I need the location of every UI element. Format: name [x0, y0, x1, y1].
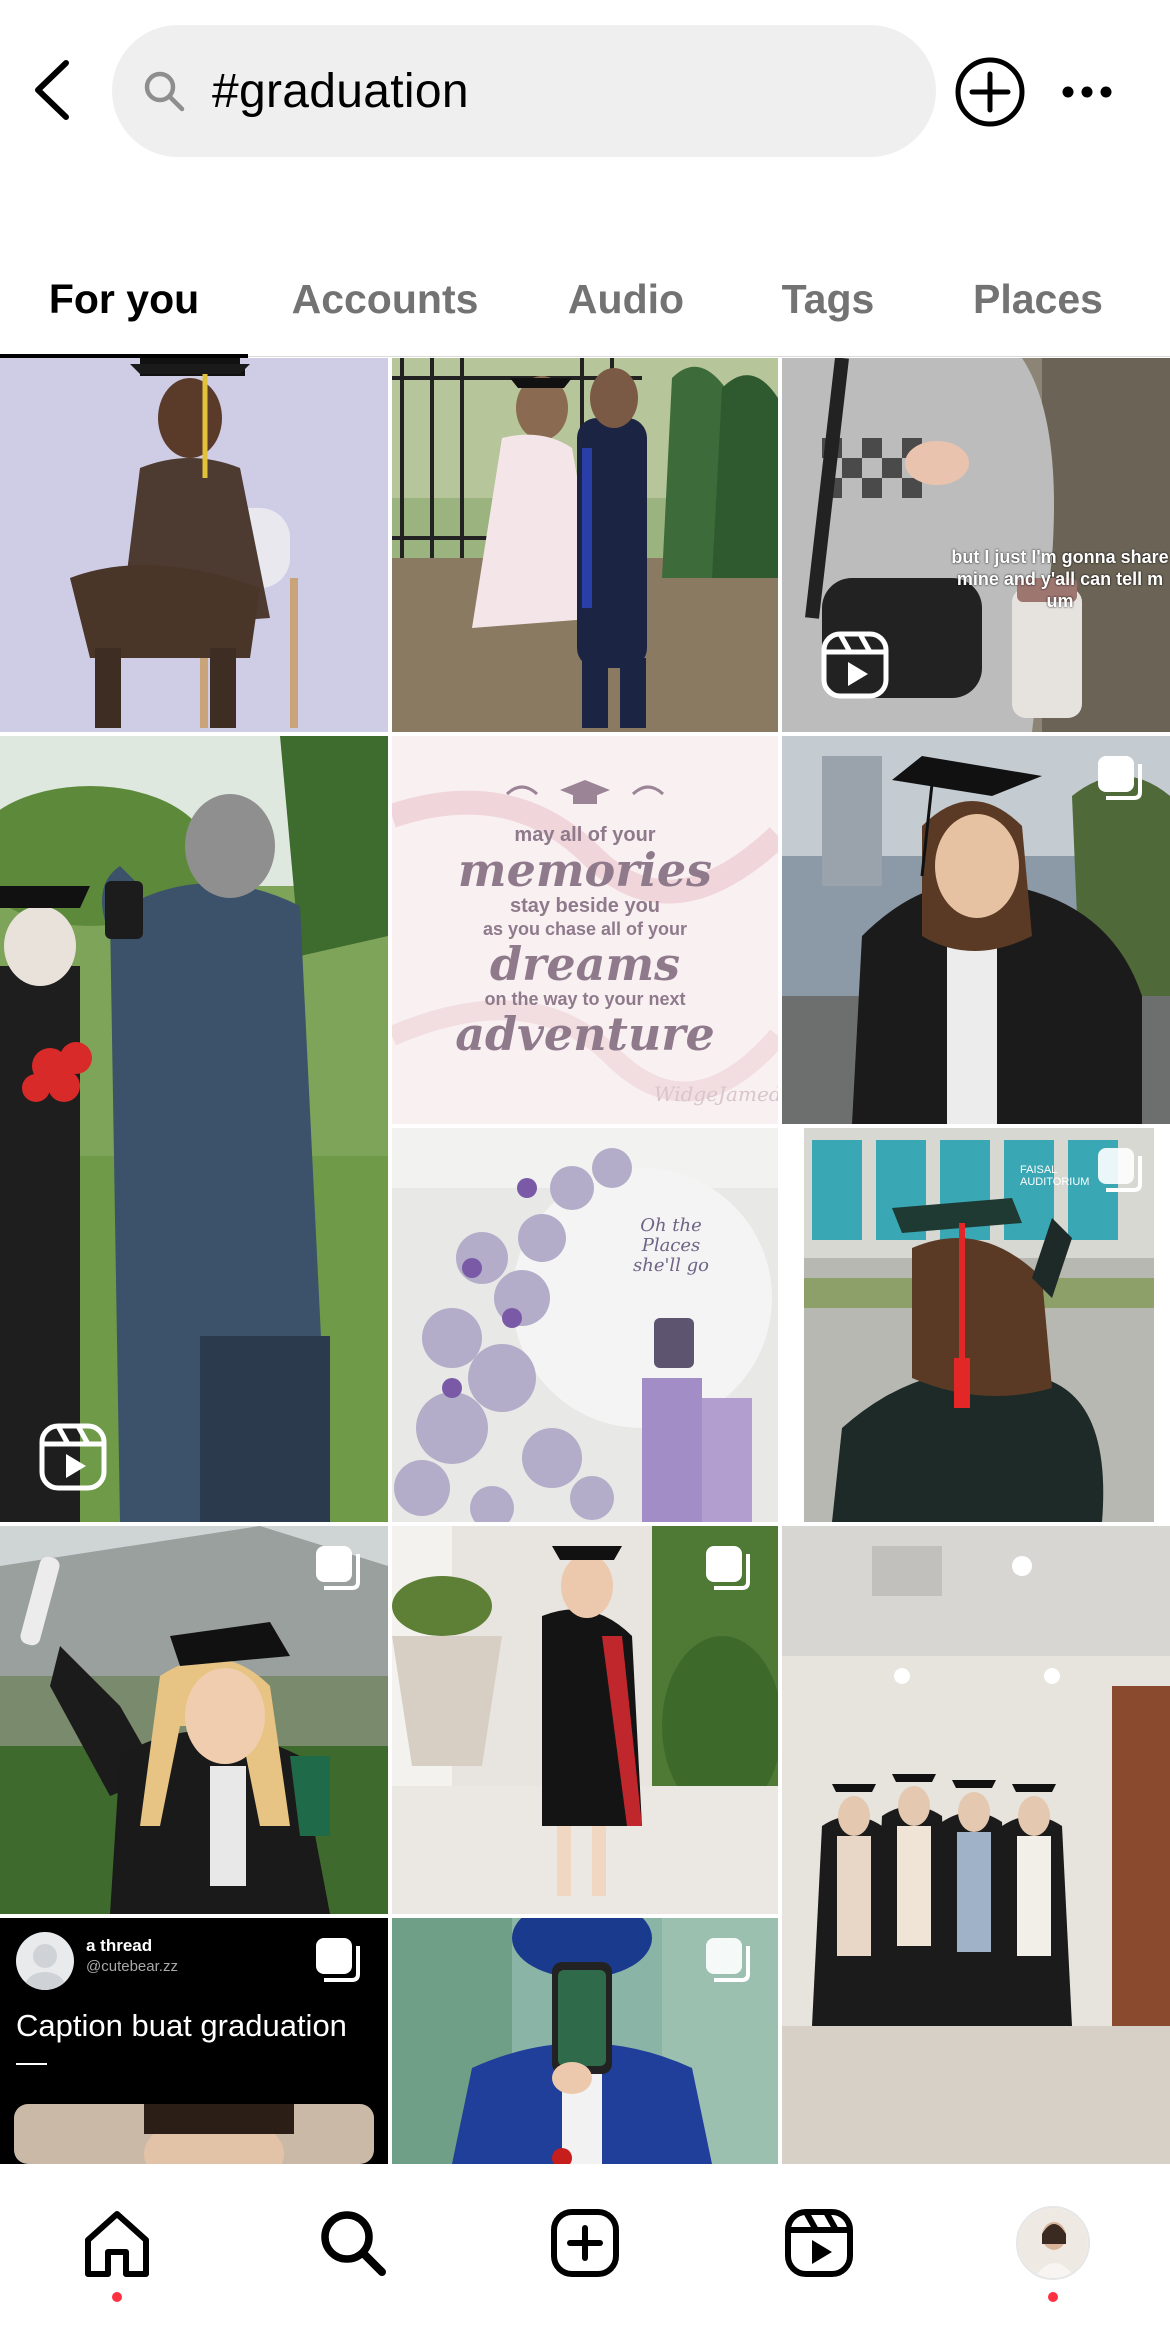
nav-profile[interactable] [1008, 2198, 1098, 2288]
carousel-icon [1098, 1148, 1142, 1192]
carousel-icon [1098, 756, 1142, 800]
thread-caption: Caption buat graduation [16, 2008, 347, 2043]
nav-home[interactable] [72, 2198, 162, 2288]
create-icon [551, 2209, 619, 2277]
tab-tags[interactable]: Tags [764, 240, 892, 358]
graduate-portrait-image [0, 358, 388, 732]
nav-create[interactable] [540, 2198, 630, 2288]
carousel-icon [706, 1938, 750, 1982]
search-icon [321, 2211, 386, 2276]
plus-circle-icon [955, 57, 1025, 127]
more-options-button[interactable] [1056, 52, 1118, 132]
reels-icon [785, 2209, 853, 2277]
profile-avatar [1016, 2206, 1090, 2280]
grid-post-graduate-back-view[interactable]: FAISAL AUDITORIUM [782, 1128, 1170, 1522]
thread-avatar [16, 1932, 74, 1990]
four-graduates-image [782, 1526, 1170, 2164]
quote-signature: WidgeJamedi [654, 1082, 778, 1106]
quote-line-emphasis: adventure [455, 1007, 715, 1061]
home-icon [85, 2211, 149, 2277]
tab-accounts[interactable]: Accounts [270, 240, 500, 358]
quote-text-block: may all of your memories stay beside you… [392, 824, 778, 1058]
couple-graduation-image [392, 358, 778, 732]
search-icon [142, 67, 190, 115]
more-horizontal-icon [1062, 86, 1112, 98]
thread-handle: @cutebear.zz [86, 1958, 178, 1975]
carousel-icon [316, 1546, 360, 1590]
bottom-navigation [0, 2164, 1170, 2332]
grid-post-memories-quote[interactable]: may all of your memories stay beside you… [392, 736, 778, 1124]
quote-line-emphasis: memories [457, 843, 713, 897]
grid-post-graduate-phone[interactable] [392, 1918, 778, 2164]
grid-post-graduate-tassel[interactable] [782, 736, 1170, 1124]
grid-post-graduate-portrait[interactable] [0, 358, 388, 732]
building-sign-text: FAISAL AUDITORIUM [1020, 1164, 1090, 1188]
tab-audio[interactable]: Audio [548, 240, 704, 358]
thread-title: a thread [86, 1936, 153, 1955]
search-query-text: #graduation [212, 64, 469, 118]
create-button[interactable] [953, 52, 1027, 132]
nav-search[interactable] [308, 2198, 398, 2288]
reel-icon [821, 631, 889, 699]
grid-post-graduate-garden[interactable] [392, 1526, 778, 1914]
chevron-left-icon [35, 60, 69, 120]
grid-post-man-photographing[interactable] [0, 736, 388, 1522]
quote-line-emphasis: dreams [489, 937, 681, 991]
man-photographing-image [0, 736, 388, 1522]
reel-caption: but I just I'm gonna share mine and y'al… [951, 547, 1169, 611]
back-button[interactable] [22, 50, 82, 130]
nav-reels[interactable] [774, 2198, 864, 2288]
balloon-sign-text: Oh the Places she'll go [632, 1215, 710, 1276]
explore-grid: but I just I'm gonna share mine and y'al… [0, 358, 1170, 2164]
thread-preview-image [14, 2104, 374, 2164]
notification-dot [1048, 2292, 1058, 2302]
carousel-icon [316, 1938, 360, 1982]
balloon-decoration-image [392, 1128, 778, 1522]
grid-post-thread[interactable]: a thread @cutebear.zz Caption buat gradu… [0, 1918, 388, 2164]
grid-post-reel-car[interactable]: but I just I'm gonna share mine and y'al… [782, 358, 1170, 732]
carousel-icon [706, 1546, 750, 1590]
grid-post-four-graduates[interactable] [782, 1526, 1170, 2164]
notification-dot [112, 2292, 122, 2302]
reel-icon [39, 1423, 107, 1491]
quote-line: stay beside you [509, 895, 661, 917]
grid-post-balloon-decoration[interactable]: Oh the Places she'll go [392, 1128, 778, 1522]
tab-places[interactable]: Places [962, 240, 1114, 358]
thread-dash: — [16, 2044, 47, 2079]
grid-post-couple[interactable] [392, 358, 778, 732]
search-tabs: For you Accounts Audio Tags Places [0, 240, 1170, 358]
grid-post-graduate-diploma[interactable] [0, 1526, 388, 1914]
search-header: #graduation [0, 0, 1170, 190]
search-input[interactable]: #graduation [112, 25, 936, 157]
tab-for-you[interactable]: For you [10, 240, 238, 358]
